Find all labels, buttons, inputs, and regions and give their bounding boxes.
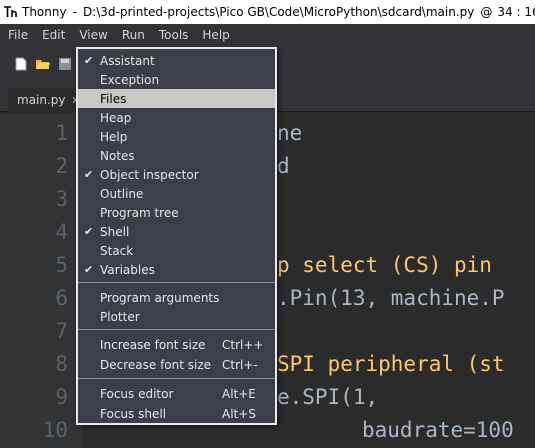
- menu-item-object-inspector[interactable]: ✔ Object inspector: [78, 165, 275, 184]
- menu-item-assistant[interactable]: ✔ Assistant: [78, 51, 275, 70]
- menu-item-shortcut: Ctrl++: [222, 337, 264, 352]
- app-name: Thonny: [22, 5, 67, 19]
- menu-item-variables[interactable]: ✔ Variables: [78, 260, 275, 279]
- menu-view[interactable]: View: [72, 24, 114, 46]
- line-number: 7: [55, 319, 68, 343]
- cursor-position: 34 : 16: [497, 5, 535, 19]
- file-path: D:\3d-printed-projects\Pico GB\Code\Micr…: [82, 5, 475, 19]
- title-bar: Thonny - D:\3d-printed-projects\Pico GB\…: [0, 0, 535, 24]
- menu-item-heap[interactable]: Heap: [78, 108, 275, 127]
- menu-item-decrease-font[interactable]: Decrease font size Ctrl+-: [78, 355, 275, 374]
- menu-item-label: Assistant: [100, 53, 155, 68]
- menu-item-plotter[interactable]: Plotter: [78, 307, 275, 326]
- line-number: 8: [55, 352, 68, 376]
- code-line: e.SPI(1,: [277, 385, 379, 409]
- code-line: baudrate=100: [362, 418, 514, 442]
- code-line: SPI peripheral (st: [277, 352, 505, 376]
- line-number: 10: [42, 418, 68, 442]
- code-line: ne: [277, 121, 303, 145]
- line-number: 5: [55, 253, 68, 277]
- check-icon: ✔: [84, 225, 94, 238]
- menu-item-focus-shell[interactable]: Focus shell Alt+S: [78, 404, 275, 423]
- menu-item-label: Object inspector: [100, 167, 199, 182]
- line-number: 4: [55, 220, 68, 244]
- menu-item-label: Heap: [100, 110, 132, 125]
- menu-item-help[interactable]: Help: [78, 127, 275, 146]
- check-icon: ✔: [84, 54, 94, 67]
- menu-separator: [78, 282, 275, 283]
- line-number-gutter: 1 2 3 4 5 6 7 8 9 10: [0, 113, 82, 448]
- menu-item-outline[interactable]: Outline: [78, 184, 275, 203]
- menu-item-label: Files: [100, 91, 127, 106]
- title-separator: -: [72, 5, 77, 19]
- menu-item-label: Increase font size: [100, 337, 206, 352]
- menu-item-shell[interactable]: ✔ Shell: [78, 222, 275, 241]
- menu-item-label: Help: [100, 129, 128, 144]
- menu-item-focus-editor[interactable]: Focus editor Alt+E: [78, 384, 275, 403]
- line-number: 3: [55, 187, 68, 211]
- menu-item-label: Stack: [100, 243, 134, 258]
- tab-main-py[interactable]: main.py ×: [8, 88, 80, 112]
- menu-item-notes[interactable]: Notes: [78, 146, 275, 165]
- menu-help[interactable]: Help: [195, 24, 236, 46]
- check-icon: ✔: [84, 168, 94, 181]
- menu-item-increase-font[interactable]: Increase font size Ctrl++: [78, 335, 275, 354]
- menu-item-shortcut: Ctrl+-: [222, 357, 258, 372]
- menu-item-label: Decrease font size: [100, 357, 212, 372]
- menu-item-label: Plotter: [100, 309, 140, 324]
- menu-item-stack[interactable]: Stack: [78, 241, 275, 260]
- open-folder-icon[interactable]: [35, 56, 50, 70]
- tab-label: main.py: [17, 93, 66, 107]
- save-icon[interactable]: [58, 56, 72, 70]
- menu-item-label: Focus editor: [100, 386, 174, 401]
- menu-item-shortcut: Alt+S: [222, 406, 256, 421]
- menu-item-program-arguments[interactable]: Program arguments: [78, 288, 275, 307]
- line-number: 1: [55, 121, 68, 145]
- menu-item-program-tree[interactable]: Program tree: [78, 203, 275, 222]
- menu-bar: File Edit View Run Tools Help: [0, 24, 535, 46]
- menu-item-label: Shell: [100, 224, 130, 239]
- menu-item-label: Variables: [100, 262, 155, 277]
- menu-item-label: Program tree: [100, 205, 179, 220]
- menu-run[interactable]: Run: [115, 24, 152, 46]
- menu-item-shortcut: Alt+E: [222, 386, 256, 401]
- menu-item-label: Program arguments: [100, 290, 220, 305]
- line-number: 9: [55, 385, 68, 409]
- menu-separator: [78, 329, 275, 330]
- menu-item-label: Notes: [100, 148, 135, 163]
- new-file-icon[interactable]: [14, 56, 28, 71]
- menu-item-files[interactable]: Files: [78, 89, 275, 108]
- view-menu-dropdown: ✔ Assistant Exception Files Heap Help No…: [76, 47, 277, 425]
- menu-item-label: Exception: [100, 72, 160, 87]
- thonny-logo-icon: [3, 4, 17, 20]
- code-line: p select (CS) pin: [277, 253, 492, 277]
- line-number: 6: [55, 286, 68, 310]
- code-line: d: [277, 154, 290, 178]
- title-at: @: [480, 5, 493, 19]
- code-line: .Pin(13, machine.P: [277, 286, 505, 310]
- menu-tools[interactable]: Tools: [152, 24, 196, 46]
- menu-file[interactable]: File: [0, 24, 35, 46]
- menu-item-label: Focus shell: [100, 406, 166, 421]
- menu-separator: [78, 378, 275, 379]
- line-number: 2: [55, 154, 68, 178]
- menu-edit[interactable]: Edit: [35, 24, 72, 46]
- menu-item-label: Outline: [100, 186, 144, 201]
- menu-item-exception[interactable]: Exception: [78, 70, 275, 89]
- check-icon: ✔: [84, 263, 94, 276]
